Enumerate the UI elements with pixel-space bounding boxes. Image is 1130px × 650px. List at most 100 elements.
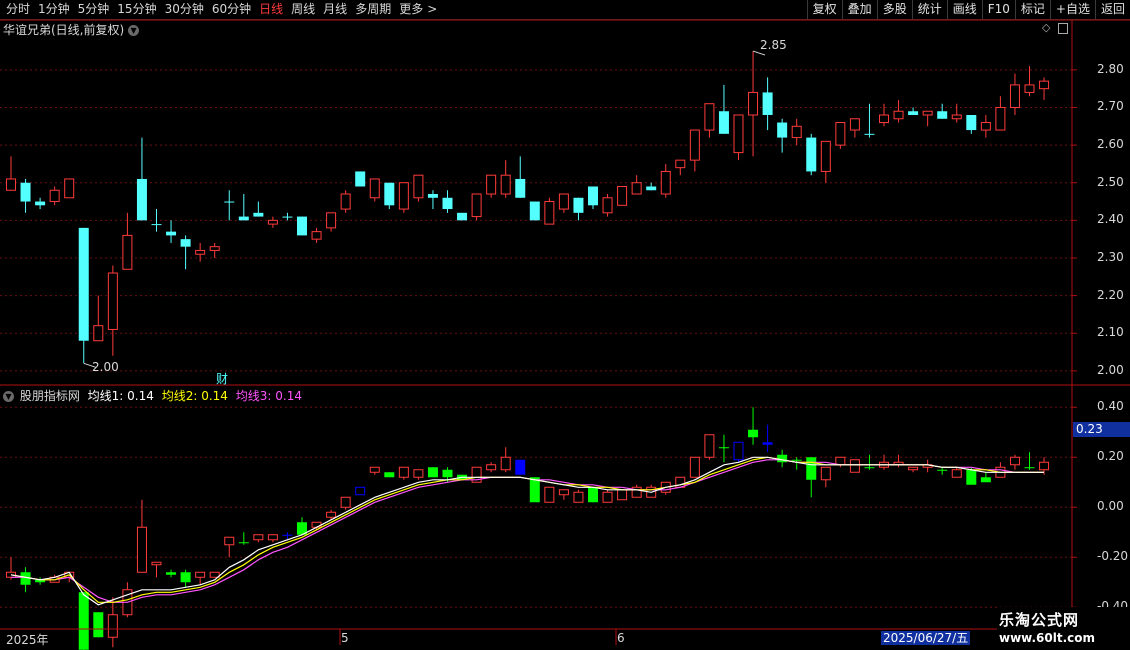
candle: [253, 201, 264, 217]
candle-body: [544, 201, 555, 225]
candle: [995, 96, 1006, 131]
candle: [486, 462, 497, 473]
candle: [515, 459, 526, 475]
candle-body: [893, 110, 904, 120]
candle-body: [486, 174, 497, 195]
candle-body: [573, 197, 584, 213]
candle: [718, 434, 729, 463]
candle-body: [762, 442, 773, 445]
indicator-y-tick-label: 0.20: [1097, 449, 1124, 464]
candle: [849, 118, 860, 138]
candle: [238, 532, 249, 545]
candle-body: [136, 178, 147, 221]
candle-body: [791, 459, 802, 461]
candle: [660, 163, 671, 198]
candle: [413, 174, 424, 202]
candle-body: [500, 174, 511, 195]
candle: [922, 459, 933, 473]
main-y-tick-label: 2.60: [1097, 137, 1124, 152]
candle: [49, 186, 60, 206]
window-icon[interactable]: [1057, 22, 1068, 34]
candle: [617, 185, 628, 206]
candle: [427, 190, 438, 210]
candle: [166, 220, 177, 243]
candle-body: [20, 182, 31, 202]
candle: [253, 534, 264, 543]
candle: [224, 536, 235, 558]
candle-body: [704, 103, 715, 131]
candle-body: [457, 212, 468, 221]
candle-body: [297, 216, 307, 236]
candle: [180, 569, 191, 588]
candle: [573, 197, 584, 221]
candle-body: [835, 122, 846, 146]
candle: [267, 534, 278, 543]
panel-controls: ◇: [1042, 21, 1068, 34]
low-price-marker: 2.00: [92, 360, 119, 374]
candle: [893, 99, 904, 123]
candle-body: [660, 170, 671, 195]
candle-body: [253, 534, 264, 541]
ma3-label: 均线3: 0.14: [235, 389, 302, 403]
candle: [980, 115, 991, 138]
ma1-label: 均线1: 0.14: [87, 389, 154, 403]
chevron-down-icon[interactable]: ▼: [128, 25, 140, 36]
candle-body: [980, 477, 991, 483]
indicator-name: 股朋指标网: [19, 389, 80, 403]
candle-body: [515, 459, 526, 475]
candle-body: [849, 459, 860, 473]
candle: [704, 103, 715, 138]
candle-body: [704, 434, 715, 458]
candle: [937, 103, 948, 119]
candle-body: [413, 174, 424, 199]
candle: [806, 133, 817, 176]
candle-body: [631, 182, 642, 195]
candle-body: [166, 231, 177, 236]
candle-body: [515, 178, 526, 198]
main-y-tick-label: 2.10: [1097, 325, 1124, 340]
candle-body: [1024, 84, 1035, 93]
candle: [297, 517, 307, 535]
financial-report-marker[interactable]: 财: [216, 370, 228, 387]
candle-body: [820, 140, 831, 172]
candle: [908, 466, 919, 473]
candle: [107, 597, 118, 648]
candle-body: [427, 194, 438, 198]
candle: [398, 466, 409, 480]
main-y-tick-label: 2.20: [1097, 287, 1124, 302]
candle: [486, 174, 497, 198]
axis-frame: [0, 19, 1130, 650]
candle: [35, 577, 46, 585]
candle: [326, 212, 337, 232]
candle-body: [806, 457, 817, 480]
candle-body: [78, 227, 89, 341]
candle-body: [384, 472, 395, 478]
candle: [355, 171, 366, 187]
candle: [195, 242, 206, 262]
candle-body: [835, 456, 846, 466]
candle: [631, 484, 642, 498]
main-panel-title: 华谊兄弟(日线,前复权): [3, 23, 125, 37]
candle: [748, 407, 759, 445]
candle: [282, 212, 293, 221]
candle-body: [966, 115, 977, 131]
candle-body: [340, 193, 351, 210]
diamond-icon[interactable]: ◇: [1042, 21, 1050, 34]
candle: [762, 424, 773, 453]
candle: [413, 469, 424, 480]
candle: [166, 569, 177, 578]
candle-body: [49, 189, 60, 203]
candle: [689, 456, 700, 478]
candle: [195, 571, 206, 585]
candle-body: [151, 561, 162, 566]
candle-body: [384, 182, 395, 206]
candle: [107, 265, 118, 356]
chart-canvas[interactable]: [0, 0, 1130, 650]
candle-body: [602, 197, 613, 214]
candle: [689, 129, 700, 172]
candle-body: [355, 171, 366, 187]
candle-body: [107, 272, 118, 330]
candle-body: [369, 178, 380, 199]
candle-body: [791, 125, 802, 139]
chevron-down-icon[interactable]: ▼: [3, 391, 14, 402]
